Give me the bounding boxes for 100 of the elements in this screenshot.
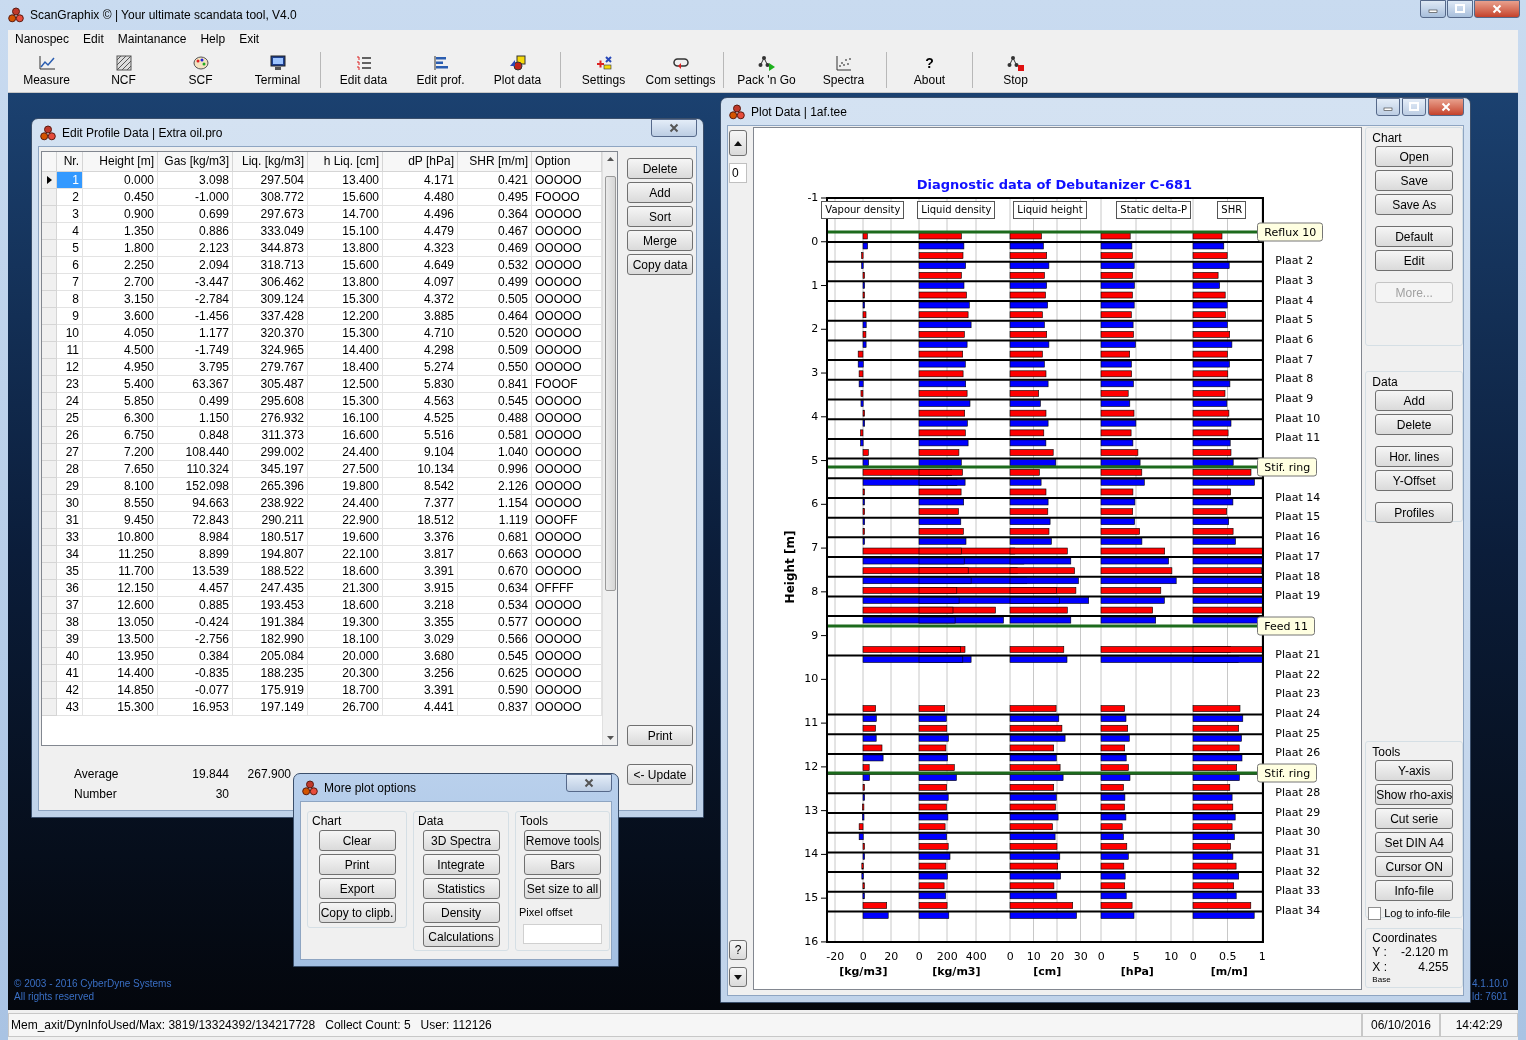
column-header[interactable]: SHR [m/m] bbox=[458, 152, 532, 172]
menu-item[interactable]: Maintanance bbox=[110, 30, 194, 48]
button[interactable]: Add bbox=[1375, 390, 1454, 411]
checkbox-box[interactable] bbox=[1368, 906, 1382, 920]
button[interactable]: Set DIN A4 bbox=[1375, 832, 1454, 853]
offset-field[interactable]: 0 bbox=[729, 163, 747, 183]
button[interactable]: <- Update bbox=[627, 764, 693, 785]
toolbar-button[interactable]: Plot data bbox=[479, 49, 556, 91]
column-header[interactable]: Height [m] bbox=[83, 152, 158, 172]
button[interactable]: Y-Offset bbox=[1375, 470, 1454, 491]
toolbar-button[interactable]: SCF bbox=[162, 49, 239, 91]
toolbar-button[interactable]: Terminal bbox=[239, 49, 316, 91]
table-cell: 0.545 bbox=[458, 648, 532, 665]
button[interactable]: Copy data bbox=[627, 254, 693, 275]
y-tick-label: 2 bbox=[811, 321, 819, 337]
table-cell: 31 bbox=[57, 512, 83, 529]
table-cell: 2.123 bbox=[158, 240, 233, 257]
button[interactable]: Copy to clipb. bbox=[318, 902, 396, 923]
column-header[interactable]: Liq. [kg/m3] bbox=[233, 152, 308, 172]
column-header[interactable]: Nr. bbox=[57, 152, 83, 172]
toolbar-button[interactable]: Edit data bbox=[325, 49, 402, 91]
menu-item[interactable]: Nanospec bbox=[8, 30, 77, 48]
column-header[interactable]: dP [hPa] bbox=[383, 152, 458, 172]
help-button[interactable]: ? bbox=[729, 940, 747, 960]
toolbar-button[interactable]: Pack 'n Go bbox=[728, 49, 805, 91]
table-cell: 19.600 bbox=[308, 529, 383, 546]
button[interactable]: Add bbox=[627, 182, 693, 203]
button[interactable]: Statistics bbox=[422, 878, 500, 899]
close-button[interactable] bbox=[1474, 0, 1520, 18]
button[interactable]: Edit bbox=[1375, 250, 1454, 271]
button[interactable]: Bars bbox=[524, 854, 601, 875]
table-cell: 24 bbox=[57, 393, 83, 410]
scroll-down-button[interactable] bbox=[729, 967, 747, 987]
button[interactable]: Hor. lines bbox=[1375, 446, 1454, 467]
menu-item[interactable]: Exit bbox=[232, 30, 267, 48]
close-button[interactable] bbox=[651, 119, 697, 137]
button[interactable]: Export bbox=[318, 878, 396, 899]
checkbox[interactable]: Log to info-file bbox=[1368, 905, 1451, 922]
button[interactable]: Save bbox=[1375, 170, 1454, 191]
button[interactable]: Set size to all bbox=[524, 878, 601, 899]
table-cell: 72.843 bbox=[158, 512, 233, 529]
y-tick-label: 13 bbox=[804, 802, 819, 819]
row-header[interactable] bbox=[42, 172, 57, 189]
button[interactable]: Clear bbox=[318, 830, 396, 851]
button[interactable]: Profiles bbox=[1375, 502, 1454, 523]
close-button[interactable] bbox=[1428, 98, 1464, 116]
scrollbar[interactable] bbox=[602, 152, 617, 745]
toolbar-button[interactable]: Settings bbox=[565, 49, 642, 91]
table-cell: 0.848 bbox=[158, 427, 233, 444]
column-header[interactable]: Gas [kg/m3] bbox=[158, 152, 233, 172]
group-title: Chart bbox=[1372, 130, 1402, 147]
toolbar-button[interactable]: NCF bbox=[85, 49, 162, 91]
button[interactable]: Sort bbox=[627, 206, 693, 227]
minimize-button[interactable] bbox=[1376, 98, 1400, 116]
nodes-and-square-icon bbox=[1006, 54, 1025, 71]
button[interactable]: Density bbox=[422, 902, 500, 923]
scrollbar-thumb[interactable] bbox=[604, 176, 616, 591]
table-cell: 4.171 bbox=[383, 172, 458, 189]
button[interactable]: Cursor ON bbox=[1375, 856, 1454, 877]
menu-item[interactable]: Help bbox=[193, 30, 233, 48]
button[interactable]: Calculations bbox=[422, 926, 500, 947]
toolbar-button[interactable]: ? About bbox=[891, 49, 968, 91]
button[interactable]: Info-file bbox=[1375, 880, 1454, 901]
column-header[interactable]: h Liq. [cm] bbox=[308, 152, 383, 172]
button[interactable]: Delete bbox=[627, 158, 693, 179]
button[interactable]: Save As bbox=[1375, 194, 1454, 215]
close-button[interactable] bbox=[566, 774, 612, 792]
plate-label: Plaat 6 bbox=[1275, 331, 1314, 348]
button[interactable]: Default bbox=[1375, 226, 1454, 247]
button[interactable]: Remove tools bbox=[524, 830, 601, 851]
toolbar-button[interactable]: Com settings bbox=[642, 49, 719, 91]
table-cell: 0.421 bbox=[458, 172, 532, 189]
scroll-up-button[interactable] bbox=[729, 130, 747, 156]
menu-item[interactable]: Edit bbox=[76, 30, 111, 48]
button[interactable]: 3D Spectra bbox=[422, 830, 500, 851]
button[interactable]: Open bbox=[1375, 146, 1454, 167]
row-pointer-icon bbox=[46, 176, 52, 184]
column-header[interactable]: Option bbox=[532, 152, 602, 172]
button[interactable]: Y-axis bbox=[1375, 760, 1454, 781]
button[interactable]: Print bbox=[318, 854, 396, 875]
button[interactable]: Merge bbox=[627, 230, 693, 251]
table-cell: 35 bbox=[57, 563, 83, 580]
maximize-button[interactable] bbox=[1447, 0, 1473, 18]
button[interactable]: Delete bbox=[1375, 414, 1454, 435]
button[interactable]: Cut serie bbox=[1375, 808, 1454, 829]
table-cell: 0.996 bbox=[458, 461, 532, 478]
toolbar-button[interactable]: Spectra bbox=[805, 49, 882, 91]
pixel-offset-field[interactable] bbox=[523, 923, 602, 944]
minimize-button[interactable] bbox=[1420, 0, 1446, 18]
table-cell: 15.100 bbox=[308, 223, 383, 240]
axis-unit-label: [cm] bbox=[1033, 964, 1062, 980]
button[interactable]: Integrate bbox=[422, 854, 500, 875]
plate-label: Plaat 23 bbox=[1275, 685, 1321, 702]
button[interactable]: Print bbox=[627, 725, 693, 746]
toolbar-button[interactable]: Measure bbox=[8, 49, 85, 91]
toolbar-button[interactable]: Edit prof. bbox=[402, 49, 479, 91]
maximize-button[interactable] bbox=[1402, 98, 1426, 116]
series-label: Vapour density bbox=[821, 201, 905, 219]
button[interactable]: Show rho-axis bbox=[1375, 784, 1454, 805]
toolbar-button[interactable]: Stop bbox=[977, 49, 1054, 91]
